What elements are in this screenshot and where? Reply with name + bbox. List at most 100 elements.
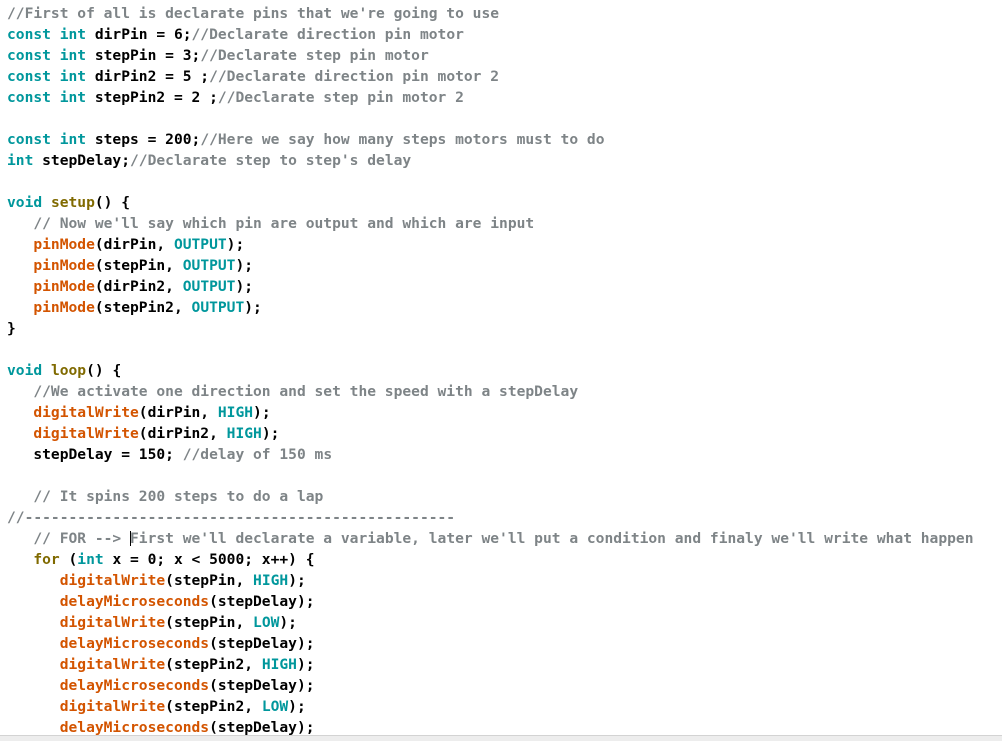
code-token-plain: stepPin2 = 2 ; [86, 89, 218, 106]
code-token-plain: () { [94, 194, 131, 211]
code-line[interactable]: //First of all is declarate pins that we… [7, 3, 1002, 24]
code-token-ctrl: for [33, 551, 60, 568]
code-token-fn: delayMicroseconds [59, 593, 210, 610]
code-token-fn: pinMode [33, 236, 95, 253]
code-token-fn: pinMode [33, 278, 95, 295]
code-line[interactable]: const int steps = 200;//Here we say how … [7, 129, 1002, 150]
code-token-plain: (dirPin2, [94, 278, 183, 295]
code-line[interactable] [7, 108, 1002, 129]
code-line[interactable]: const int stepPin2 = 2 ;//Declarate step… [7, 87, 1002, 108]
code-line[interactable]: digitalWrite(dirPin, HIGH); [7, 402, 1002, 423]
code-token-plain: dirPin2 = 5 ; [86, 68, 210, 85]
code-line[interactable]: pinMode(dirPin2, OUTPUT); [7, 276, 1002, 297]
code-token-plain: (dirPin, [94, 236, 174, 253]
code-token-plain: ); [235, 257, 254, 274]
code-line[interactable]: //We activate one direction and set the … [7, 381, 1002, 402]
code-token-cmt: //Declarate direction pin motor [191, 26, 464, 43]
code-token-lit: HIGH [253, 572, 289, 589]
code-token-fn: delayMicroseconds [59, 635, 210, 652]
code-token-lit: OUTPUT [182, 257, 236, 274]
code-token-fn: digitalWrite [59, 614, 166, 631]
code-line[interactable]: digitalWrite(stepPin2, LOW); [7, 696, 1002, 717]
code-token-plain: (stepDelay); [209, 719, 315, 735]
code-line[interactable]: digitalWrite(stepPin2, HIGH); [7, 654, 1002, 675]
code-line[interactable]: delayMicroseconds(stepDelay); [7, 591, 1002, 612]
code-token-plain: stepDelay = 150; [33, 446, 183, 463]
code-token-kw: const int [7, 89, 87, 106]
code-token-cmt: //Here we say how many steps motors must… [200, 131, 605, 148]
code-token-fn: delayMicroseconds [59, 719, 210, 735]
code-token-fn: pinMode [33, 257, 95, 274]
code-token-plain: (stepPin2, [165, 656, 262, 673]
code-line[interactable]: digitalWrite(stepPin, HIGH); [7, 570, 1002, 591]
code-editor-pane[interactable]: //First of all is declarate pins that we… [0, 0, 1002, 735]
code-line[interactable]: digitalWrite(dirPin2, HIGH); [7, 423, 1002, 444]
code-token-plain: ); [226, 236, 245, 253]
code-line[interactable]: //--------------------------------------… [7, 507, 1002, 528]
code-line[interactable]: pinMode(dirPin, OUTPUT); [7, 234, 1002, 255]
code-token-lit: OUTPUT [182, 278, 236, 295]
code-token-plain: x = 0; x < 5000; x++) { [103, 551, 315, 568]
code-line[interactable]: void loop() { [7, 360, 1002, 381]
code-line[interactable]: delayMicroseconds(stepDelay); [7, 717, 1002, 735]
code-token-fn: digitalWrite [59, 572, 166, 589]
code-lines-container[interactable]: //First of all is declarate pins that we… [7, 3, 1002, 735]
code-token-lit: HIGH [226, 425, 262, 442]
code-token-kw: const int [7, 47, 87, 64]
code-token-lit: OUTPUT [173, 236, 227, 253]
code-line[interactable]: stepDelay = 150; //delay of 150 ms [7, 444, 1002, 465]
code-token-plain: (stepDelay); [209, 677, 315, 694]
code-token-cmt: //delay of 150 ms [182, 446, 333, 463]
code-line[interactable] [7, 339, 1002, 360]
code-line[interactable] [7, 171, 1002, 192]
code-token-lit: LOW [253, 614, 280, 631]
status-bar [0, 735, 1002, 741]
code-token-kw: void [7, 194, 43, 211]
code-line[interactable]: const int dirPin2 = 5 ;//Declarate direc… [7, 66, 1002, 87]
code-token-plain: ); [235, 278, 254, 295]
code-token-plain: (stepDelay); [209, 635, 315, 652]
code-token-plain: () { [86, 362, 122, 379]
code-token-kw: int [77, 551, 104, 568]
code-line[interactable]: // It spins 200 steps to do a lap [7, 486, 1002, 507]
code-token-cmt: //Declarate direction pin motor 2 [209, 68, 500, 85]
code-line[interactable]: digitalWrite(stepPin, LOW); [7, 612, 1002, 633]
code-token-plain: } [7, 320, 16, 337]
code-line[interactable]: const int dirPin = 6;//Declarate directi… [7, 24, 1002, 45]
code-token-fn: digitalWrite [59, 656, 166, 673]
code-line[interactable]: pinMode(stepPin, OUTPUT); [7, 255, 1002, 276]
code-line[interactable]: delayMicroseconds(stepDelay); [7, 675, 1002, 696]
code-line[interactable]: for (int x = 0; x < 5000; x++) { [7, 549, 1002, 570]
code-token-kw: const int [7, 68, 87, 85]
code-line[interactable]: // FOR --> First we'll declarate a varia… [7, 528, 1002, 549]
code-line[interactable]: } [7, 318, 1002, 339]
code-line[interactable]: // Now we'll say which pin are output an… [7, 213, 1002, 234]
code-token-cmt: //First of all is declarate pins that we… [7, 5, 500, 22]
code-line[interactable]: int stepDelay;//Declarate step to step's… [7, 150, 1002, 171]
code-token-plain: ); [296, 656, 315, 673]
code-token-kw: const int [7, 131, 87, 148]
code-token-lit: HIGH [217, 404, 254, 421]
code-line[interactable] [7, 465, 1002, 486]
code-token-ctrl: setup [50, 194, 95, 211]
code-line[interactable]: void setup() { [7, 192, 1002, 213]
code-line[interactable]: pinMode(stepPin2, OUTPUT); [7, 297, 1002, 318]
code-line[interactable]: delayMicroseconds(stepDelay); [7, 633, 1002, 654]
code-token-cmt: //Declarate step pin motor [200, 47, 429, 64]
code-token-fn: delayMicroseconds [59, 677, 210, 694]
code-token-plain: (dirPin2, [138, 425, 227, 442]
code-token-cmt: //Declarate step pin motor 2 [217, 89, 464, 106]
code-token-plain: stepDelay; [33, 152, 131, 169]
code-line[interactable]: const int stepPin = 3;//Declarate step p… [7, 45, 1002, 66]
